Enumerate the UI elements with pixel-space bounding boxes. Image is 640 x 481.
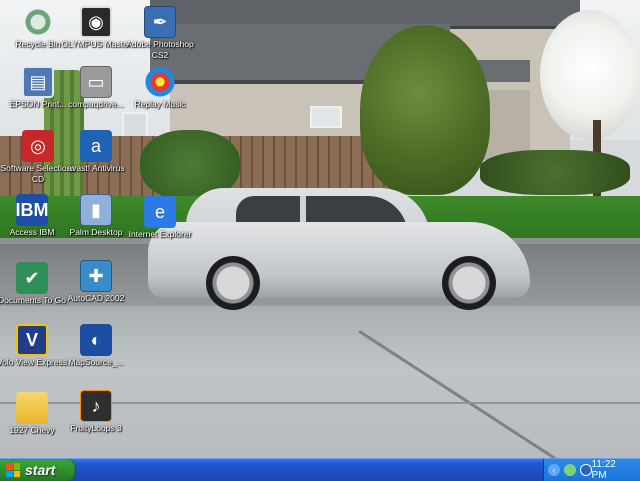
icon-label: avast! Antivirus [67,163,125,173]
start-label: start [25,462,56,478]
icon-label: AutoCAD 2002 [67,293,125,303]
wallpaper-car-wheel [442,256,496,310]
taskbar: start ‹ 11:22 PM [0,458,640,481]
wallpaper-window [310,106,342,128]
wallpaper-tree [360,25,490,195]
cd-icon: ◎ [22,130,54,162]
internet-explorer-icon: e [144,196,176,228]
camera-icon: ◉ [80,6,112,38]
icon-label: Adobe Photoshop CS2 [126,39,194,60]
recycle-bin-icon [22,6,54,38]
system-tray: ‹ 11:22 PM [543,459,640,481]
documents-to-go-icon: ✔ [16,262,48,294]
network-icon[interactable] [563,464,576,476]
folder-icon [16,392,48,424]
palm-icon: ▮ [80,194,112,226]
volo-view-icon: V [16,324,48,356]
wallpaper-car-wheel [206,256,260,310]
music-disc-icon [144,66,176,98]
desktop-icon-autocad[interactable]: ✚ AutoCAD 2002 [58,260,134,304]
antivirus-icon: a [80,130,112,162]
desktop-icon-mapsource[interactable]: ◐ MapSource_... [58,324,134,368]
antivirus-icon[interactable] [579,464,592,476]
icon-label: FruityLoops 3 [70,423,122,433]
fruityloops-icon: ♪ [80,390,112,422]
icon-label: Internet Explorer [128,229,192,239]
desktop-icon-photoshop[interactable]: ✒ Adobe Photoshop CS2 [122,6,198,61]
autocad-icon: ✚ [80,260,112,292]
photoshop-icon: ✒ [144,6,176,38]
ibm-icon: IBM [16,194,49,226]
show-hidden-arrow-icon[interactable]: ‹ [548,464,560,476]
start-button[interactable]: start [0,459,76,481]
desktop-icon-internet-explorer[interactable]: e Internet Explorer [122,196,198,240]
wallpaper-blossom-tree [540,10,640,140]
printer-icon: ▤ [22,66,54,98]
wallpaper-shrubs [480,150,630,195]
drive-shortcut-icon: ▭ [80,66,112,98]
desktop-icon-avast[interactable]: a avast! Antivirus [58,130,134,174]
desktop-icon-replay-music[interactable]: Replay Music [122,66,198,110]
globe-icon: ◐ [80,324,112,356]
desktop-icon-fruityloops[interactable]: ♪ FruityLoops 3 [58,390,134,434]
windows-logo-icon [6,463,20,477]
icon-label: MapSource_... [68,357,124,367]
clock[interactable]: 11:22 PM [592,459,633,481]
icon-label: Replay Music [134,99,186,109]
